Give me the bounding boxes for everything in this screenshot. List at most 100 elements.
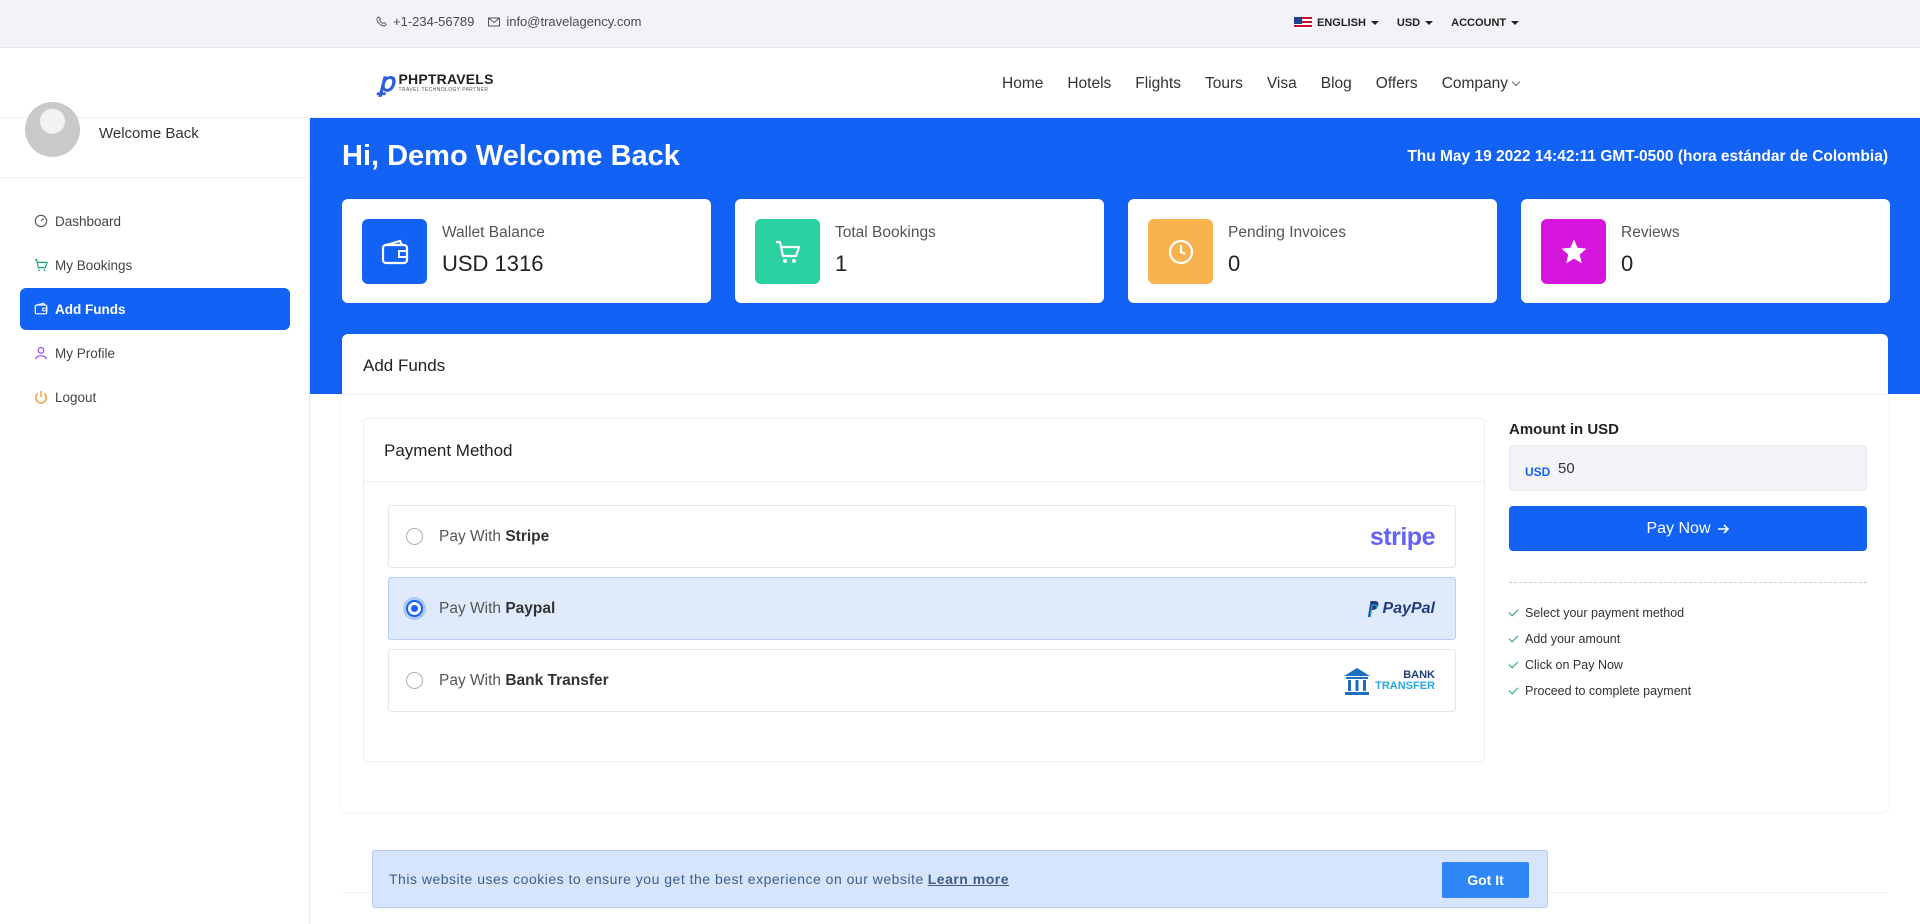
user-icon: [35, 347, 47, 360]
payment-method-title: Payment Method: [384, 441, 513, 460]
add-funds-panel: Add Funds Payment Method Pay With Stripe…: [342, 334, 1888, 812]
welcome-text: Welcome Back: [99, 125, 199, 142]
step-item: Select your payment method: [1508, 600, 1691, 626]
sidebar-item-my-bookings[interactable]: My Bookings: [20, 244, 290, 286]
cookie-message: This website uses cookies to ensure you …: [389, 871, 1009, 887]
nav-hotels[interactable]: Hotels: [1067, 75, 1111, 93]
stat-label: Pending Invoices: [1228, 224, 1347, 241]
option-name: Bank Transfer: [505, 672, 609, 689]
step-text: Select your payment method: [1525, 606, 1685, 620]
learn-more-link[interactable]: Learn more: [928, 871, 1009, 887]
step-item: Proceed to complete payment: [1508, 678, 1691, 704]
pay-with-text: Pay With: [439, 672, 502, 689]
stat-label: Total Bookings: [835, 224, 936, 241]
sidebar-item-label: Dashboard: [55, 213, 122, 229]
phone-number: +1-234-56789: [393, 14, 475, 29]
arrow-right-icon: [1717, 523, 1729, 534]
language-label: ENGLISH: [1317, 17, 1366, 29]
check-icon: [1508, 658, 1519, 669]
currency-tag: USD: [1525, 465, 1551, 479]
paypal-p-icon: [1367, 601, 1378, 618]
stripe-logo-icon: stripe: [1369, 520, 1436, 554]
caret-down-icon: [1370, 21, 1379, 25]
check-icon: [1508, 684, 1519, 695]
got-it-button[interactable]: Got It: [1442, 862, 1529, 898]
radio-stripe[interactable]: [406, 528, 423, 545]
sidebar-item-my-profile[interactable]: My Profile: [20, 332, 290, 374]
divider: [342, 394, 1888, 395]
current-datetime: Thu May 19 2022 14:42:11 GMT-0500 (hora …: [1407, 148, 1888, 165]
sidebar-menu: Dashboard My Bookings Add Funds My Profi…: [20, 200, 290, 420]
nav-offers[interactable]: Offers: [1376, 75, 1418, 93]
payment-option-stripe[interactable]: Pay With Stripe stripe: [388, 505, 1456, 568]
wallet-icon: [34, 302, 48, 315]
sidebar: Welcome Back Dashboard My Bookings Add F…: [0, 102, 310, 924]
stat-value: USD 1316: [442, 251, 544, 276]
amount-input[interactable]: [1558, 456, 1848, 480]
currency-label: USD: [1396, 17, 1421, 29]
site-logo[interactable]: ꝑ PHPTRAVELS TRAVEL TECHNOLOGY PARTNER: [378, 67, 494, 97]
stat-card-reviews: Reviews 0: [1521, 199, 1890, 303]
phone-contact[interactable]: +1-234-56789: [376, 14, 474, 29]
nav-flights[interactable]: Flights: [1135, 75, 1181, 93]
transfer-logo-text: TRANSFER: [1375, 680, 1435, 692]
divider: [364, 481, 1484, 482]
payment-option-bank-transfer[interactable]: Pay With Bank Transfer BANK TRANSFER: [388, 649, 1456, 712]
payment-option-paypal[interactable]: Pay With Paypal PayPal: [388, 577, 1456, 640]
option-label: Pay With Paypal: [439, 600, 555, 618]
page-title: Hi, Demo Welcome Back: [342, 140, 680, 172]
pay-now-button[interactable]: Pay Now: [1509, 506, 1867, 551]
contact-info: +1-234-56789 info@travelagency.com: [376, 14, 641, 29]
caret-down-icon: [1511, 21, 1520, 25]
payment-steps: Select your payment method Add your amou…: [1508, 600, 1691, 704]
check-icon: [1508, 606, 1519, 617]
nav-blog[interactable]: Blog: [1321, 75, 1352, 93]
sidebar-item-add-funds[interactable]: Add Funds: [20, 288, 290, 330]
account-dropdown[interactable]: ACCOUNT: [1451, 17, 1520, 29]
sidebar-item-dashboard[interactable]: Dashboard: [20, 200, 290, 242]
sidebar-item-label: Logout: [55, 389, 97, 405]
currency-dropdown[interactable]: USD: [1396, 17, 1434, 29]
chevron-down-icon: [1511, 77, 1521, 87]
step-text: Click on Pay Now: [1525, 658, 1623, 672]
stripe-logo-text: stripe: [1369, 522, 1436, 551]
sidebar-item-label: My Bookings: [55, 257, 133, 273]
wallet-icon: [362, 219, 427, 284]
main-nav: Home Hotels Flights Tours Visa Blog Offe…: [1002, 75, 1521, 93]
pay-with-text: Pay With: [439, 600, 502, 617]
sidebar-item-label: My Profile: [55, 345, 116, 361]
nav-visa[interactable]: Visa: [1267, 75, 1297, 93]
option-name: Paypal: [505, 600, 556, 617]
caret-down-icon: [1425, 21, 1434, 25]
pay-with-text: Pay With: [439, 528, 502, 545]
pay-now-label: Pay Now: [1646, 519, 1711, 537]
radio-paypal[interactable]: [406, 600, 423, 617]
amount-field: USD: [1509, 445, 1867, 491]
cart-icon: [34, 259, 48, 272]
option-label: Pay With Stripe: [439, 528, 549, 546]
language-dropdown[interactable]: ENGLISH: [1294, 17, 1379, 29]
logo-mark-icon: ꝑ: [378, 67, 395, 97]
stat-value: 0: [1228, 251, 1241, 276]
brand-name: PHPTRAVELS: [398, 71, 494, 87]
radio-bank-transfer[interactable]: [406, 672, 423, 689]
brand-tagline: TRAVEL TECHNOLOGY PARTNER: [398, 87, 489, 93]
nav-tours[interactable]: Tours: [1205, 75, 1243, 93]
nav-company[interactable]: Company: [1441, 75, 1521, 93]
nav-company-label: Company: [1441, 75, 1509, 92]
top-bar: +1-234-56789 info@travelagency.com ENGLI…: [0, 0, 1920, 48]
nav-home[interactable]: Home: [1002, 75, 1043, 93]
email-contact[interactable]: info@travelagency.com: [488, 14, 641, 29]
stat-card-invoices: Pending Invoices 0: [1128, 199, 1497, 303]
stat-value: 0: [1621, 251, 1634, 276]
step-item: Click on Pay Now: [1508, 652, 1691, 678]
check-icon: [1508, 632, 1519, 643]
payment-method-box: Payment Method Pay With Stripe stripe Pa…: [363, 418, 1485, 762]
stat-card-bookings: Total Bookings 1: [735, 199, 1104, 303]
star-icon: [1541, 219, 1606, 284]
power-icon: [35, 390, 47, 404]
paypal-logo-text: PayPal: [1382, 600, 1435, 617]
us-flag-icon: [1294, 17, 1312, 29]
sidebar-item-logout[interactable]: Logout: [20, 376, 290, 418]
cookie-banner: This website uses cookies to ensure you …: [372, 850, 1548, 908]
